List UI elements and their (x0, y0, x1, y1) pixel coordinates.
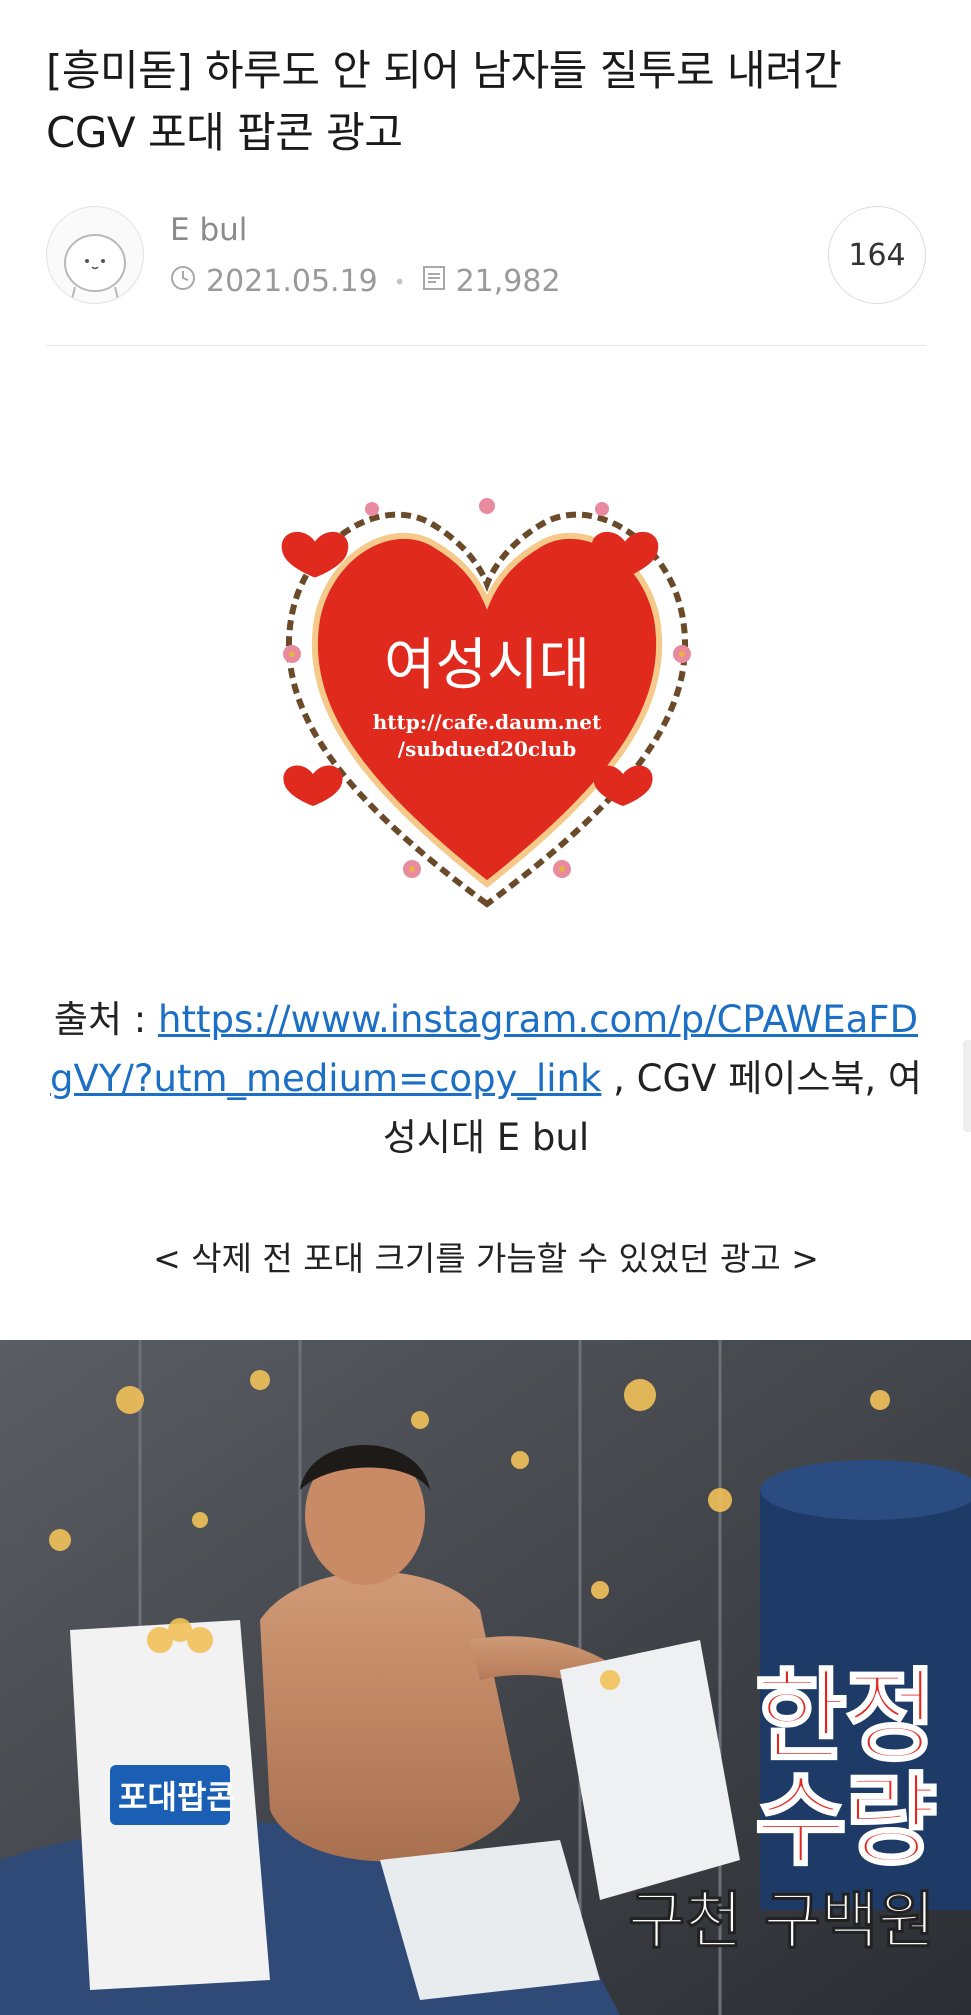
post-title: [흥미돋] 하루도 안 되어 남자들 질투로 내려간 CGV 포대 팝콘 광고 (46, 46, 842, 157)
ad-line-quantity: 수량 (754, 1762, 939, 1879)
header-divider (46, 345, 926, 346)
clock-icon (170, 264, 196, 299)
post-date: 2021.05.19 (206, 264, 378, 299)
comment-count-button[interactable]: 164 (828, 206, 926, 304)
ad-bag-label: 포대팝콘 (118, 1778, 236, 1816)
view-count: 21,982 (455, 264, 561, 299)
ad-line-limited: 한정 (754, 1658, 939, 1775)
source-prefix: 출처 : (53, 998, 158, 1041)
scroll-indicator[interactable] (963, 1040, 971, 1132)
source-paragraph: 출처 : https://www.instagram.com/p/CPAWEaF… (46, 990, 926, 1167)
author-name[interactable]: E bul (170, 212, 247, 248)
meta-separator: • (393, 269, 406, 294)
ad-image: 포대팝콘 한정 수량 구천 구백원 (0, 1340, 971, 2015)
avatar-illustration (64, 234, 126, 303)
post-meta: 2021.05.19 • 21,982 (170, 264, 561, 299)
cafe-logo-image: 여성시대 http://cafe.daum.net /subdued20club (262, 484, 712, 924)
ad-line-price: 구천 구백원 (628, 1884, 936, 1958)
logo-main-text: 여성시대 (384, 633, 590, 698)
author-avatar[interactable] (46, 206, 144, 304)
logo-url-line2: /subdued20club (398, 737, 576, 761)
ad-headline: 한정 수량 구천 구백원 (628, 1658, 939, 1961)
document-icon (422, 264, 446, 299)
image-caption: < 삭제 전 포대 크기를 가늠할 수 있었던 광고 > (153, 1239, 819, 1278)
logo-url-line1: http://cafe.daum.net (373, 710, 602, 734)
